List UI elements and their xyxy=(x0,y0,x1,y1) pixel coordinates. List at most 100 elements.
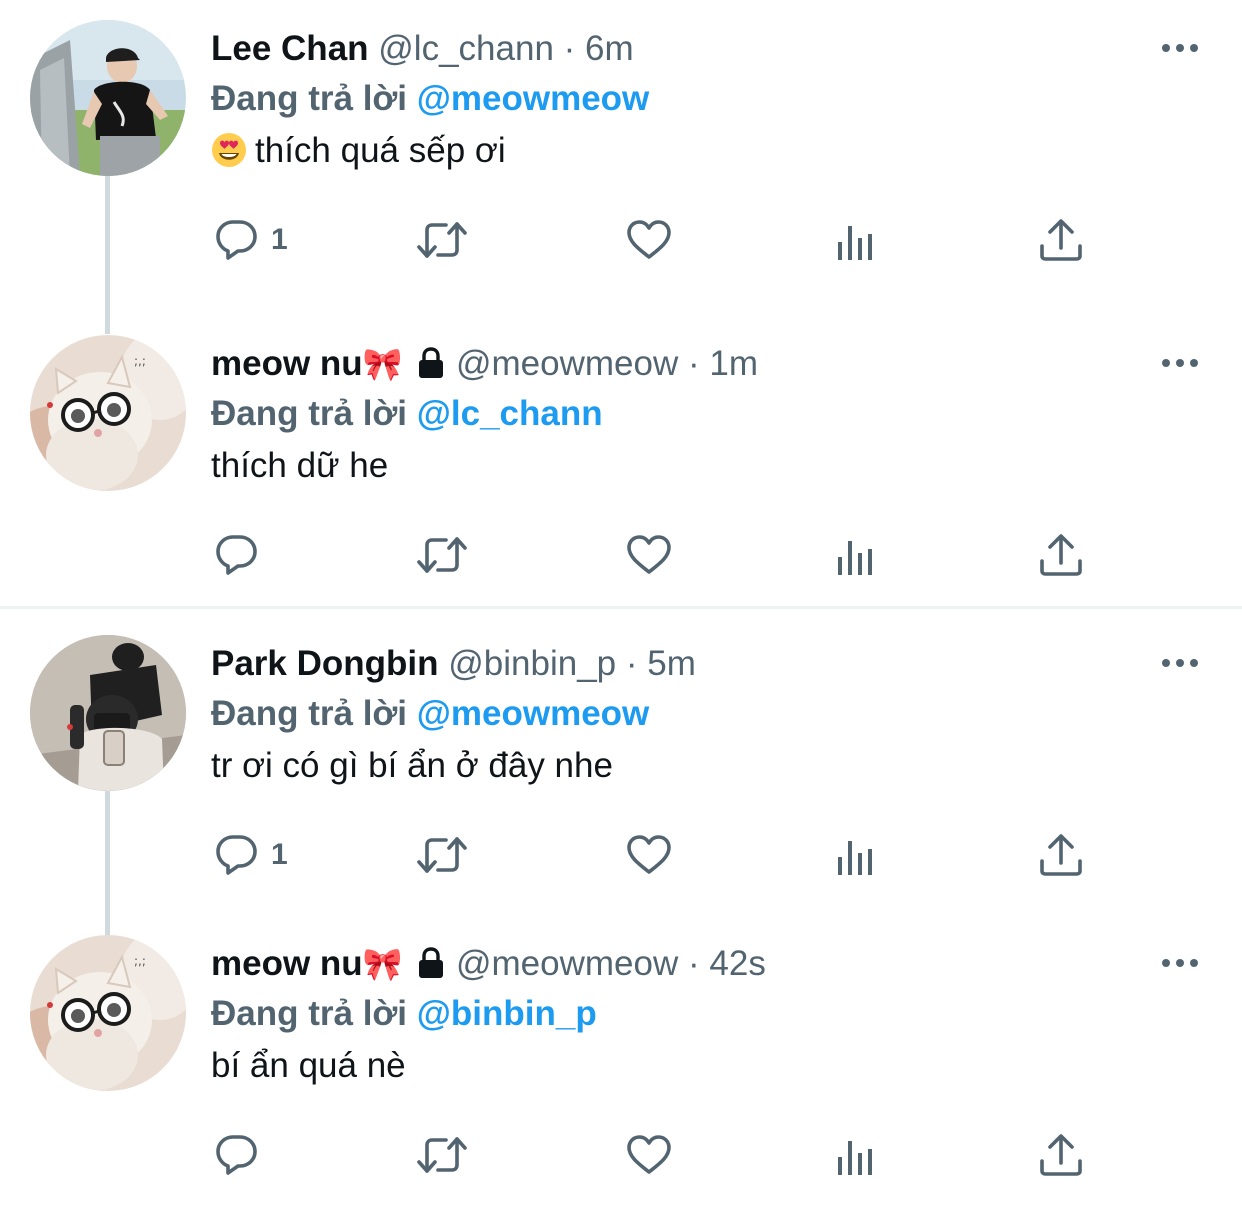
retweet-icon xyxy=(414,216,470,264)
replying-to-label: Đang trả lời xyxy=(211,694,408,733)
views-button[interactable] xyxy=(832,212,880,268)
tweet-header: Park Dongbin @binbin_p · 5m xyxy=(211,641,696,687)
reply-count: 1 xyxy=(271,838,288,871)
more-dots-icon[interactable] xyxy=(1156,939,1204,987)
retweet-icon xyxy=(414,831,470,879)
retweet-button[interactable] xyxy=(414,527,470,583)
retweet-button[interactable] xyxy=(414,212,470,268)
tweet-text-body: thích dữ he xyxy=(211,446,389,485)
cat-photo-image xyxy=(30,335,186,491)
bar-chart-icon xyxy=(832,1133,880,1181)
tweet-header: meow nu🎀 @meowmeow · 42s xyxy=(211,941,766,987)
timestamp[interactable]: 5m xyxy=(647,644,696,683)
thread-divider xyxy=(0,606,1242,609)
tweet-header: meow nu🎀 @meowmeow · 1m xyxy=(211,341,758,387)
display-name[interactable]: meow nu xyxy=(211,344,363,383)
separator-dot: · xyxy=(563,29,576,68)
user-handle[interactable]: @lc_chann xyxy=(378,29,554,68)
share-button[interactable] xyxy=(1037,212,1085,268)
tweet-text: tr ơi có gì bí ẩn ở đây nhe xyxy=(211,741,613,791)
tweet-header: Lee Chan @lc_chann · 6m xyxy=(211,26,634,72)
retweet-button[interactable] xyxy=(414,1127,470,1183)
heart-eyes-emoji-icon xyxy=(212,133,246,167)
action-bar xyxy=(0,1127,1242,1183)
share-upload-icon xyxy=(1037,216,1085,264)
share-button[interactable] xyxy=(1037,827,1085,883)
person-photo-image xyxy=(30,20,186,176)
replying-to-line: Đang trả lời @binbin_p xyxy=(211,991,597,1037)
like-button[interactable] xyxy=(625,1127,673,1183)
tweet-4[interactable]: meow nu🎀 @meowmeow · 42s Đang trả lời @b… xyxy=(0,915,1242,1215)
timestamp[interactable]: 6m xyxy=(585,29,634,68)
retweet-button[interactable] xyxy=(414,827,470,883)
share-upload-icon xyxy=(1037,831,1085,879)
replying-to-mention[interactable]: @binbin_p xyxy=(417,994,597,1033)
heart-icon xyxy=(625,831,673,879)
reply-button[interactable] xyxy=(213,527,261,583)
tweet-text: thích dữ he xyxy=(211,441,388,491)
bow-emoji-icon: 🎀 xyxy=(362,345,403,383)
replying-to-line: Đang trả lời @meowmeow xyxy=(211,691,649,737)
avatar[interactable] xyxy=(30,20,186,176)
views-button[interactable] xyxy=(832,827,880,883)
avatar[interactable] xyxy=(30,335,186,491)
heart-icon xyxy=(625,216,673,264)
tweet-text-body: bí ẩn quá nè xyxy=(211,1046,406,1085)
views-button[interactable] xyxy=(832,527,880,583)
separator-dot: · xyxy=(688,344,700,383)
replying-to-label: Đang trả lời xyxy=(211,79,408,118)
display-name[interactable]: meow nu xyxy=(211,944,363,983)
replying-to-line: Đang trả lời @meowmeow xyxy=(211,76,649,122)
replying-to-mention[interactable]: @meowmeow xyxy=(417,79,650,118)
display-name[interactable]: Lee Chan xyxy=(211,29,369,68)
user-handle[interactable]: @meowmeow xyxy=(456,944,678,983)
tweet-1[interactable]: Lee Chan @lc_chann · 6m Đang trả lời @me… xyxy=(0,0,1242,334)
heart-icon xyxy=(625,1131,673,1179)
bar-chart-icon xyxy=(832,533,880,581)
replying-to-mention[interactable]: @meowmeow xyxy=(417,694,650,733)
retweet-icon xyxy=(414,1131,470,1179)
selfie-photo-image xyxy=(30,635,186,791)
views-button[interactable] xyxy=(832,1127,880,1183)
avatar[interactable] xyxy=(30,935,186,1091)
cat-photo-image xyxy=(30,935,186,1091)
share-button[interactable] xyxy=(1037,527,1085,583)
speech-bubble-icon xyxy=(213,831,261,879)
user-handle[interactable]: @meowmeow xyxy=(456,344,678,383)
heart-icon xyxy=(625,531,673,579)
tweet-text: thích quá sếp ơi xyxy=(211,126,506,176)
speech-bubble-icon xyxy=(213,216,261,264)
tweet-2[interactable]: meow nu🎀 @meowmeow · 1m Đang trả lời @lc… xyxy=(0,315,1242,615)
tweet-3[interactable]: Park Dongbin @binbin_p · 5m Đang trả lời… xyxy=(0,615,1242,949)
tweet-text-body: thích quá sếp ơi xyxy=(255,131,506,170)
reply-button[interactable] xyxy=(213,1127,261,1183)
replying-to-label: Đang trả lời xyxy=(211,394,408,433)
more-dots-icon[interactable] xyxy=(1156,639,1204,687)
tweet-text: bí ẩn quá nè xyxy=(211,1041,406,1091)
separator-dot: · xyxy=(688,944,700,983)
tweet-text-body: tr ơi có gì bí ẩn ở đây nhe xyxy=(211,746,613,785)
like-button[interactable] xyxy=(625,527,673,583)
more-dots-icon[interactable] xyxy=(1156,24,1204,72)
bar-chart-icon xyxy=(832,218,880,266)
share-upload-icon xyxy=(1037,1131,1085,1179)
bar-chart-icon xyxy=(832,833,880,881)
reply-button[interactable]: 1 xyxy=(213,212,288,268)
like-button[interactable] xyxy=(625,827,673,883)
like-button[interactable] xyxy=(625,212,673,268)
display-name[interactable]: Park Dongbin xyxy=(211,644,439,683)
lock-icon xyxy=(416,946,446,980)
more-dots-icon[interactable] xyxy=(1156,339,1204,387)
speech-bubble-icon xyxy=(213,1131,261,1179)
timestamp[interactable]: 42s xyxy=(709,944,765,983)
avatar[interactable] xyxy=(30,635,186,791)
timestamp[interactable]: 1m xyxy=(709,344,758,383)
share-button[interactable] xyxy=(1037,1127,1085,1183)
reply-button[interactable]: 1 xyxy=(213,827,288,883)
bow-emoji-icon: 🎀 xyxy=(362,945,403,983)
user-handle[interactable]: @binbin_p xyxy=(448,644,616,683)
action-bar: 1 xyxy=(0,827,1242,883)
replying-to-mention[interactable]: @lc_chann xyxy=(417,394,603,433)
share-upload-icon xyxy=(1037,531,1085,579)
reply-count: 1 xyxy=(271,223,288,256)
